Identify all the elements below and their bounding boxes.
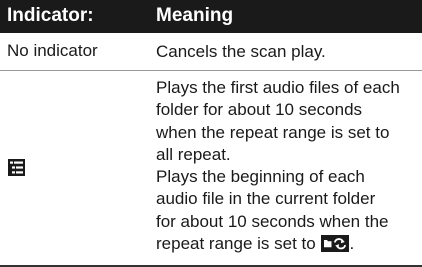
meaning-line: Cancels the scan play. [156,42,326,61]
indicator-table: Indicator: Meaning No indicator Cancels … [0,0,422,267]
indicator-cell: No indicator [7,41,98,60]
meaning-line-last: repeat range is set to . [156,233,418,255]
meaning-line: when the repeat range is set to [156,122,390,142]
header-indicator: Indicator: [7,5,94,26]
meaning-line-text: repeat range is set to [156,234,316,254]
meaning-line-period: . [349,234,355,254]
header-meaning: Meaning [156,5,234,26]
meaning-line: all repeat. [156,144,231,164]
table-row: No indicator Cancels the scan play. [0,33,422,71]
table-header: Indicator: Meaning [0,0,422,33]
meaning-cell: Plays the first audio files of each fold… [156,77,418,255]
folder-repeat-icon [321,235,350,253]
meaning-line: Plays the beginning of each [156,167,365,187]
meaning-line: Plays the first audio files of each [156,78,400,97]
meaning-line: for about 10 seconds when the [156,211,389,231]
table-row: Plays the first audio files of each fold… [0,71,422,267]
meaning-line: audio file in the current folder [156,189,376,209]
meaning-cell: Cancels the scan play. [156,41,418,63]
folder-list-icon [8,159,25,176]
meaning-line: folder for about 10 seconds [156,100,363,120]
